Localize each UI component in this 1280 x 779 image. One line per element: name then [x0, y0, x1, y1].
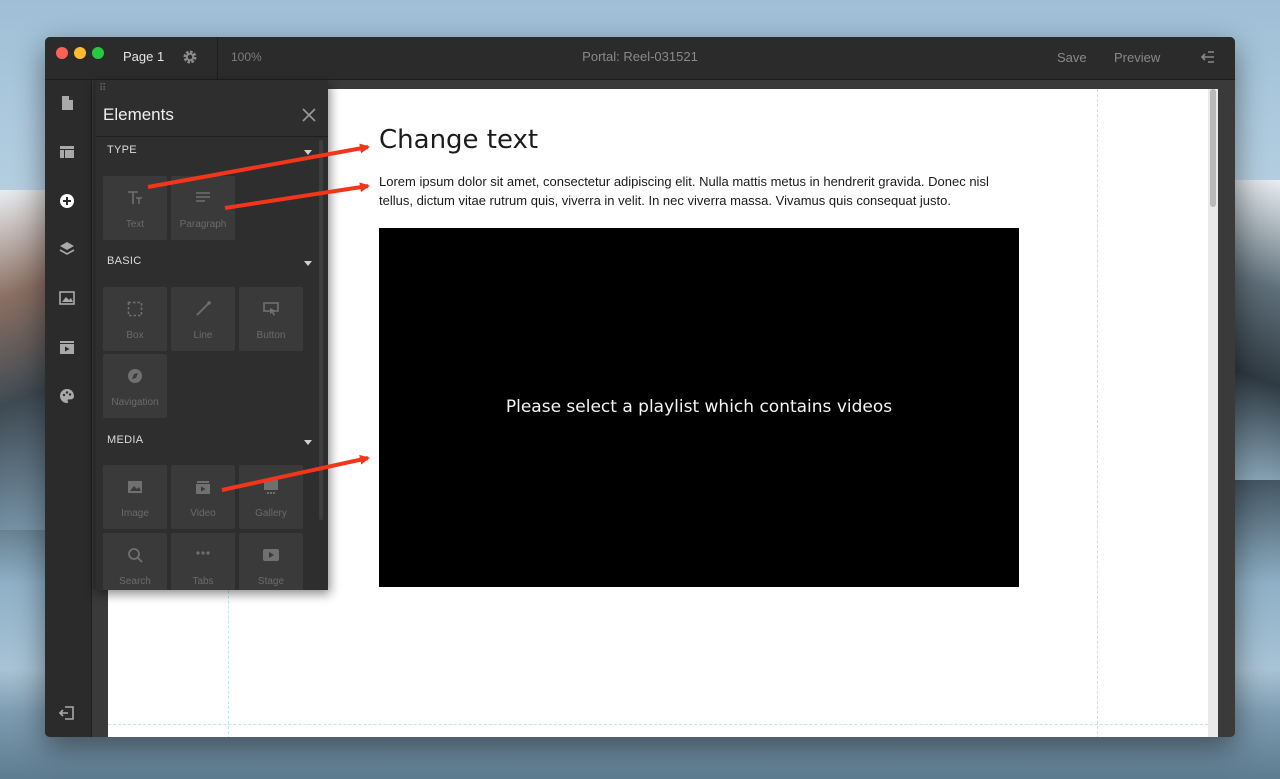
layout-guide	[1097, 89, 1098, 737]
layout-icon[interactable]	[58, 143, 76, 161]
tile-label: Tabs	[192, 576, 214, 587]
element-tile-video[interactable]: Video	[171, 465, 235, 529]
element-tile-text[interactable]: Text	[103, 176, 167, 240]
tile-label: Button	[256, 330, 286, 341]
element-tile-button[interactable]: Button	[239, 287, 303, 351]
video-player[interactable]: Please select a playlist which contains …	[379, 228, 1019, 587]
close-window-button[interactable]	[56, 47, 68, 59]
element-tile-image[interactable]: Image	[103, 465, 167, 529]
panel-divider	[96, 136, 328, 137]
heading-text[interactable]: Change text	[379, 125, 538, 155]
elements-panel: ⠿ Elements TYPE Text Paragraph BASIC Box…	[93, 80, 328, 590]
stage-icon	[262, 546, 280, 564]
paragraph-text[interactable]: Lorem ipsum dolor sit amet, consectetur …	[379, 172, 1019, 210]
image-icon	[126, 478, 144, 496]
chevron-down-icon[interactable]	[304, 150, 312, 155]
panel-title: Elements	[103, 105, 174, 124]
image-icon[interactable]	[58, 289, 76, 307]
element-tile-search[interactable]: Search	[103, 533, 167, 590]
element-tile-stage[interactable]: Stage	[239, 533, 303, 590]
element-tile-box[interactable]: Box	[103, 287, 167, 351]
button-icon	[262, 300, 280, 318]
box-icon	[126, 300, 144, 318]
tile-label: Video	[190, 508, 216, 519]
tile-label: Text	[125, 219, 145, 230]
element-tile-paragraph[interactable]: Paragraph	[171, 176, 235, 240]
layout-guide	[108, 724, 1208, 725]
exit-icon[interactable]	[58, 704, 76, 722]
add-element-icon[interactable]	[58, 192, 76, 210]
tile-label: Paragraph	[179, 219, 227, 230]
minimize-window-button[interactable]	[74, 47, 86, 59]
tile-label: Box	[126, 330, 144, 341]
tile-label: Line	[193, 330, 213, 341]
layers-icon[interactable]	[58, 240, 76, 258]
navigation-icon	[126, 367, 144, 385]
title-bar: Page 1 100% Portal: Reel-031521 Save Pre…	[45, 37, 1235, 80]
tile-label: Gallery	[255, 508, 287, 519]
element-tile-tabs[interactable]: Tabs	[171, 533, 235, 590]
toolbar-divider	[217, 37, 218, 79]
tile-label: Stage	[257, 576, 285, 587]
preview-button[interactable]: Preview	[1114, 50, 1160, 65]
zoom-window-button[interactable]	[92, 47, 104, 59]
drag-handle-icon[interactable]: ⠿	[99, 83, 106, 94]
panel-scrollbar[interactable]	[319, 140, 323, 520]
chevron-down-icon[interactable]	[304, 440, 312, 445]
section-label-type[interactable]: TYPE	[107, 144, 137, 156]
video-empty-message: Please select a playlist which contains …	[505, 397, 893, 417]
tile-label: Image	[121, 508, 149, 519]
gear-icon[interactable]	[181, 48, 199, 66]
element-tile-gallery[interactable]: Gallery	[239, 465, 303, 529]
page-name[interactable]: Page 1	[123, 49, 164, 64]
text-icon	[126, 189, 144, 207]
collapse-panel-icon[interactable]	[1199, 48, 1217, 66]
gallery-icon	[262, 478, 280, 496]
search-icon	[126, 546, 144, 564]
section-label-basic[interactable]: BASIC	[107, 255, 142, 267]
tile-label: Navigation	[111, 397, 159, 408]
zoom-level[interactable]: 100%	[231, 50, 262, 64]
media-icon[interactable]	[58, 338, 76, 356]
video-icon	[194, 478, 212, 496]
chevron-down-icon[interactable]	[304, 261, 312, 266]
theme-palette-icon[interactable]	[58, 387, 76, 405]
paragraph-icon	[194, 189, 212, 207]
section-label-media[interactable]: MEDIA	[107, 434, 143, 446]
element-tile-navigation[interactable]: Navigation	[103, 354, 167, 418]
left-toolbar	[45, 80, 92, 737]
line-icon	[194, 300, 212, 318]
scrollbar-thumb[interactable]	[1210, 89, 1216, 207]
canvas-scrollbar[interactable]	[1208, 89, 1218, 737]
tabs-icon	[194, 546, 212, 564]
wallpaper-mountain-right	[1230, 180, 1280, 480]
pages-icon[interactable]	[58, 94, 76, 112]
element-tile-line[interactable]: Line	[171, 287, 235, 351]
save-button[interactable]: Save	[1057, 50, 1087, 65]
close-icon[interactable]	[301, 107, 317, 123]
tile-label: Search	[119, 576, 151, 587]
